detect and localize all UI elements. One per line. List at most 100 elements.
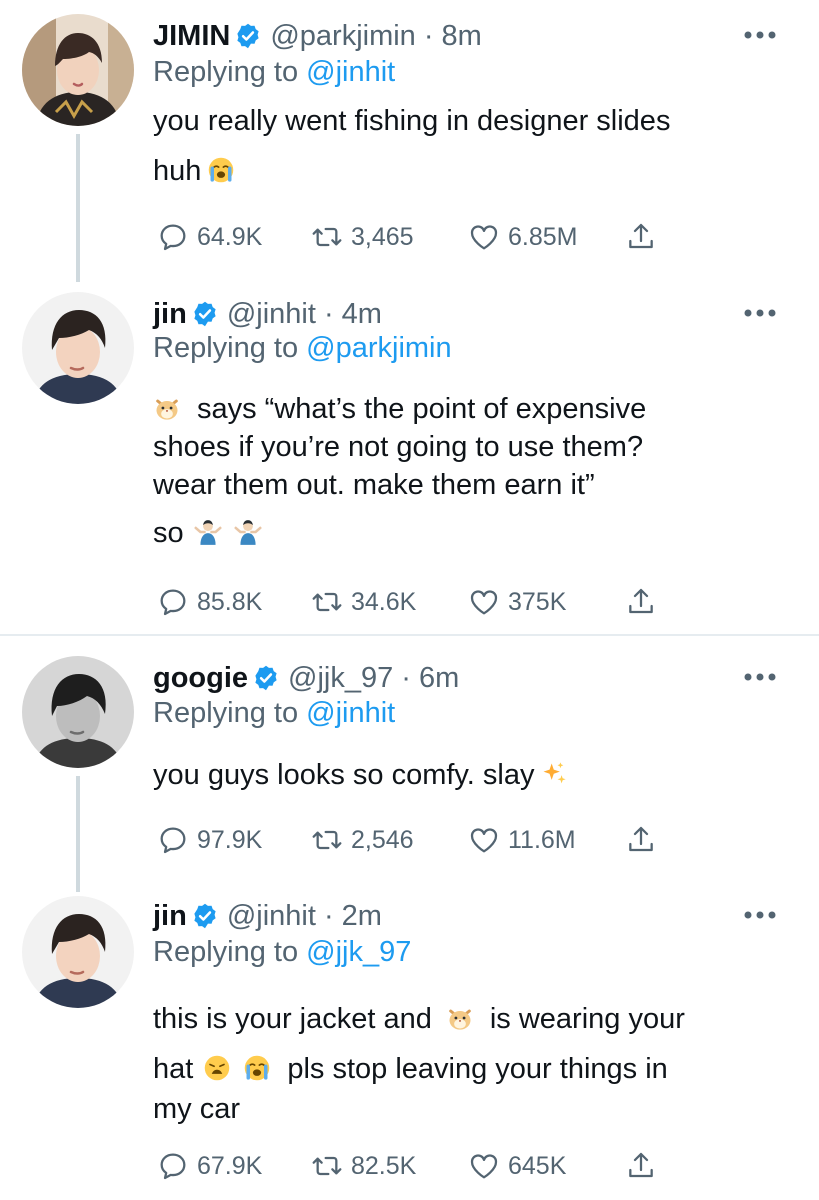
tweet-thread: JIMIN @parkjimin · 8m Replying to @jinhi… (0, 0, 819, 1200)
share-icon (625, 824, 657, 856)
person-shrugging-icon (194, 518, 222, 546)
like-count: 6.85M (508, 222, 578, 251)
like-button[interactable]: 375K (468, 582, 566, 622)
more-icon[interactable] (743, 672, 777, 682)
text-line: hat pls stop leaving your things in (153, 1046, 773, 1092)
loudly-crying-face-icon (243, 1054, 271, 1082)
tweet-header: jin @jinhit · 4m (153, 296, 382, 332)
replying-to: Replying to @parkjimin (153, 330, 452, 366)
hamster-face-icon (153, 394, 181, 422)
reply-icon (157, 586, 189, 618)
separator: · (401, 662, 411, 694)
mention-link[interactable]: @parkjimin (306, 332, 451, 364)
handle[interactable]: @jinhit (227, 296, 316, 332)
avatar[interactable] (22, 896, 134, 1008)
reply-button[interactable]: 97.9K (157, 820, 262, 860)
tweet-text: says “what’s the point of expensive shoe… (153, 390, 793, 552)
text-line: you guys looks so comfy. slay (153, 756, 773, 794)
tweet-actions: 85.8K 34.6K 375K (153, 582, 673, 622)
text-fragment: you guys looks so comfy. slay (153, 759, 535, 791)
more-icon[interactable] (743, 910, 777, 920)
timestamp[interactable]: 8m (441, 18, 481, 54)
mention-link[interactable]: @jjk_97 (306, 936, 411, 968)
display-name[interactable]: googie (153, 660, 248, 696)
reply-button[interactable]: 64.9K (157, 217, 262, 257)
text-line: says “what’s the point of expensive (153, 390, 793, 428)
tweet[interactable]: JIMIN @parkjimin · 8m Replying to @jinhi… (0, 0, 819, 290)
replying-to-label: Replying to (153, 56, 307, 88)
reply-icon (157, 1150, 189, 1182)
handle[interactable]: @jinhit (227, 898, 316, 934)
share-icon (625, 1150, 657, 1182)
avatar[interactable] (22, 14, 134, 126)
text-fragment: hat (153, 1053, 194, 1085)
retweet-icon (311, 1150, 343, 1182)
share-button[interactable] (625, 1146, 665, 1186)
retweet-button[interactable]: 82.5K (311, 1146, 416, 1186)
reply-count: 97.9K (197, 825, 263, 854)
timestamp[interactable]: 4m (342, 296, 382, 332)
replying-to: Replying to @jinhit (153, 695, 395, 731)
like-icon (468, 586, 500, 618)
display-name[interactable]: jin (153, 296, 187, 332)
retweet-icon (311, 824, 343, 856)
thread-divider (0, 634, 819, 636)
retweet-count: 82.5K (351, 1151, 417, 1180)
sparkles-icon (540, 760, 568, 788)
avatar[interactable] (22, 292, 134, 404)
text-fragment: this is your jacket and (153, 1003, 432, 1035)
display-name[interactable]: jin (153, 898, 187, 934)
like-button[interactable]: 11.6M (468, 820, 576, 860)
reply-button[interactable]: 85.8K (157, 582, 262, 622)
tweet-actions: 67.9K 82.5K 645K (153, 1146, 673, 1186)
reply-count: 67.9K (197, 1151, 263, 1180)
tweet-header: jin @jinhit · 2m (153, 898, 382, 934)
more-icon[interactable] (743, 30, 777, 40)
share-button[interactable] (625, 820, 665, 860)
display-name[interactable]: JIMIN (153, 18, 230, 54)
verified-icon (252, 664, 280, 692)
share-button[interactable] (625, 217, 665, 257)
separator: · (323, 298, 334, 330)
text-line: so (153, 514, 793, 552)
separator: · (423, 20, 434, 52)
mention-link[interactable]: @jinhit (306, 697, 395, 729)
text-line: this is your jacket and is wearing your (153, 996, 773, 1042)
retweet-button[interactable]: 34.6K (311, 582, 416, 622)
verified-icon (191, 300, 219, 328)
verified-icon (191, 902, 219, 930)
tweet[interactable]: jin @jinhit · 4m Replying to @parkjimin … (0, 290, 819, 635)
like-button[interactable]: 645K (468, 1146, 566, 1186)
retweet-count: 2,546 (351, 825, 414, 854)
retweet-button[interactable]: 3,465 (311, 217, 414, 257)
text-line: huh (153, 152, 773, 190)
tweet[interactable]: googie @jjk_97 · 6m Replying to @jinhit … (0, 640, 819, 892)
retweet-button[interactable]: 2,546 (311, 820, 414, 860)
timestamp[interactable]: 2m (342, 898, 382, 934)
handle[interactable]: @parkjimin (270, 18, 415, 54)
retweet-count: 3,465 (351, 222, 414, 251)
share-button[interactable] (625, 582, 665, 622)
more-icon[interactable] (743, 308, 777, 318)
person-shrugging-icon (234, 518, 262, 546)
mention-link[interactable]: @jinhit (306, 56, 395, 88)
separator: · (323, 900, 334, 932)
text-fragment: is wearing your (489, 1003, 685, 1035)
weary-face-icon (203, 1054, 231, 1082)
tweet[interactable]: jin @jinhit · 2m Replying to @jjk_97 thi… (0, 890, 819, 1200)
reply-count: 64.9K (197, 222, 263, 251)
replying-to-label: Replying to (153, 936, 307, 968)
text-fragment: so (153, 517, 184, 549)
tweet-header: googie @jjk_97 · 6m (153, 660, 459, 696)
like-count: 645K (508, 1151, 567, 1180)
reply-button[interactable]: 67.9K (157, 1146, 262, 1186)
hamster-face-icon (446, 1004, 474, 1032)
share-icon (625, 586, 657, 618)
handle[interactable]: @jjk_97 (288, 660, 393, 696)
tweet-text: you really went fishing in designer slid… (153, 102, 773, 190)
like-button[interactable]: 6.85M (468, 217, 577, 257)
tweet-header: JIMIN @parkjimin · 8m (153, 18, 482, 54)
timestamp[interactable]: 6m (419, 660, 459, 696)
text-line: you really went fishing in designer slid… (153, 105, 671, 137)
avatar[interactable] (22, 656, 134, 768)
